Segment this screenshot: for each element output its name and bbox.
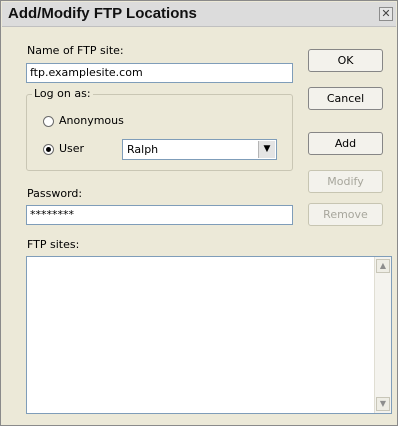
user-radio[interactable] (43, 144, 54, 155)
cancel-button[interactable]: Cancel (308, 87, 383, 110)
title-bar[interactable]: Add/Modify FTP Locations ✕ (2, 2, 396, 27)
anonymous-radio-label[interactable]: Anonymous (59, 114, 124, 127)
user-radio-label[interactable]: User (59, 142, 84, 155)
vertical-scrollbar[interactable]: ▲ ▼ (374, 257, 391, 413)
ok-button[interactable]: OK (308, 49, 383, 72)
site-name-label: Name of FTP site: (27, 44, 124, 57)
logon-legend: Log on as: (32, 87, 93, 100)
password-input[interactable]: ******** (26, 205, 293, 225)
ftp-sites-label: FTP sites: (27, 238, 80, 251)
modify-button[interactable]: Modify (308, 170, 383, 193)
scroll-up-arrow-icon[interactable]: ▲ (376, 259, 390, 273)
close-icon[interactable]: ✕ (379, 7, 393, 21)
user-select[interactable]: Ralph ▼ (122, 139, 277, 160)
ftp-sites-list[interactable]: ▲ ▼ (26, 256, 392, 414)
site-name-input[interactable]: ftp.examplesite.com (26, 63, 293, 83)
add-button[interactable]: Add (308, 132, 383, 155)
anonymous-radio[interactable] (43, 116, 54, 127)
password-label: Password: (27, 187, 83, 200)
scroll-down-arrow-icon[interactable]: ▼ (376, 397, 390, 411)
remove-button[interactable]: Remove (308, 203, 383, 226)
ftp-locations-dialog: Add/Modify FTP Locations ✕ Name of FTP s… (0, 0, 398, 426)
user-select-value: Ralph (127, 143, 159, 156)
chevron-down-icon[interactable]: ▼ (258, 141, 275, 158)
window-title: Add/Modify FTP Locations (8, 5, 197, 22)
radio-selected-dot (46, 147, 51, 152)
